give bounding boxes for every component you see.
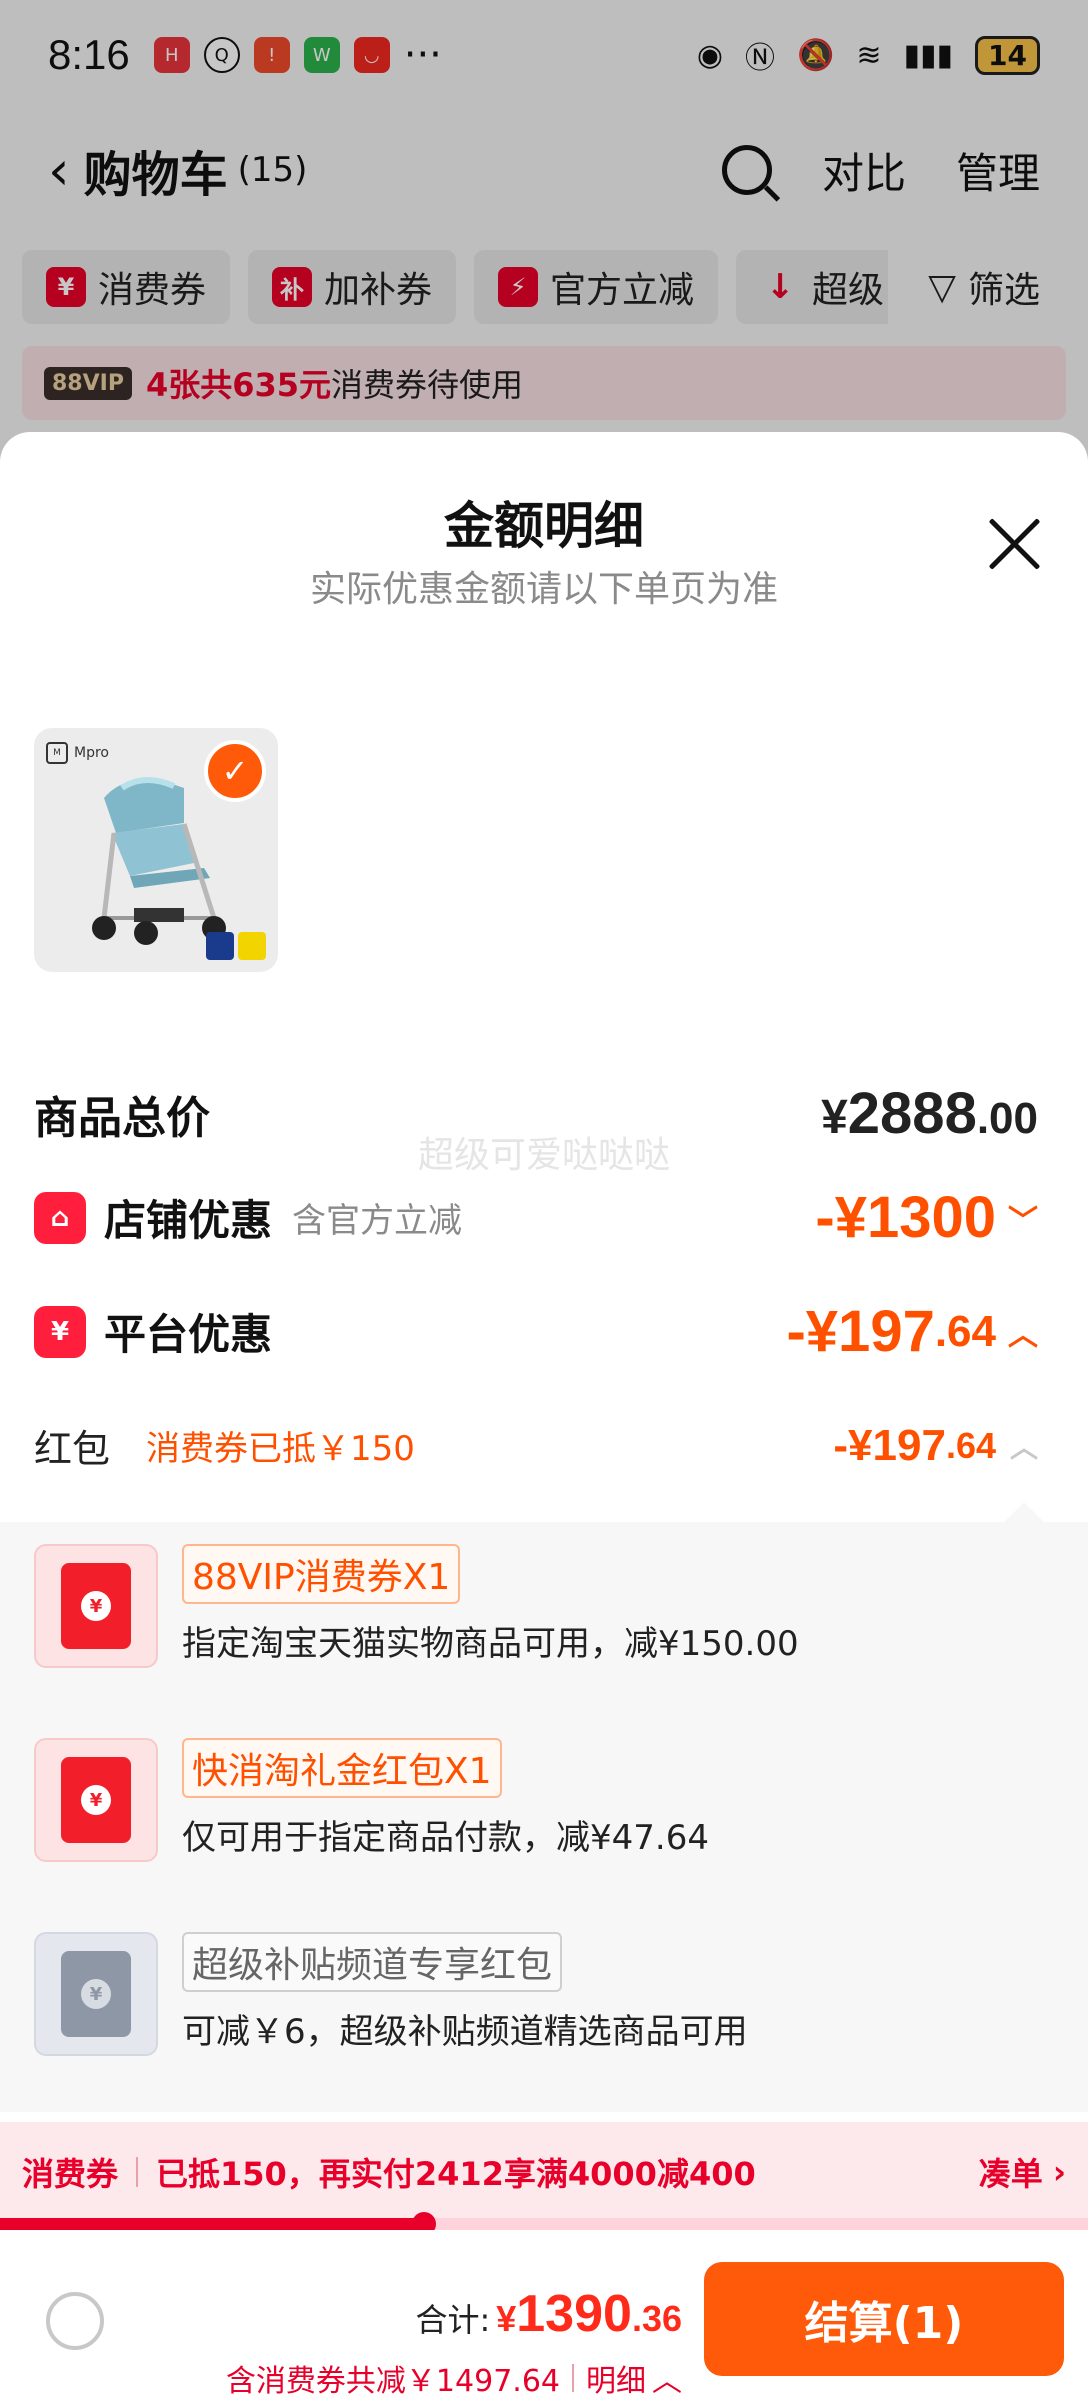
certification-badges: [206, 932, 266, 960]
shop-discount-value: -¥1300 ﹀: [815, 1184, 1038, 1251]
coupon-list: ¥ 88VIP消费券X1 指定淘宝天猫实物商品可用，减¥150.00 ¥ 快消淘…: [0, 1522, 1088, 2112]
red-packet-note: 消费券已抵￥150: [146, 1429, 415, 1469]
voucher-progress-bar[interactable]: 消费券 已抵150，再实付2412享满4000减400 凑单 ›: [0, 2122, 1088, 2222]
checkout-footer: 合计: ¥1390.36 含消费券共减￥1497.64 明细 ︿ 结算(1): [0, 2230, 1088, 2400]
divider: [136, 2157, 139, 2187]
total-label: 合计:: [415, 2301, 491, 2339]
coupon-tag: 超级补贴频道专享红包: [182, 1932, 563, 1992]
amount-detail-sheet: 金额明细 实际优惠金额请以下单页为准 M Mpro ✓ 超级可爱哒哒哒 商品总价: [0, 432, 1088, 2400]
list-item: ¥ 快消淘礼金红包X1 仅可用于指定商品付款，减¥47.64: [34, 1738, 1054, 1862]
sheet-subtitle: 实际优惠金额请以下单页为准: [309, 569, 778, 610]
platform-discount-row[interactable]: ¥ 平台优惠 -¥197.64 ︿: [34, 1298, 1038, 1365]
coupon-description: 仅可用于指定商品付款，减¥47.64: [182, 1818, 709, 1858]
total-price-value: ¥2888.00: [821, 1080, 1038, 1147]
coupon-description: 可减￥6，超级补贴频道精选商品可用: [182, 2012, 748, 2052]
add-items-link[interactable]: 凑单 ›: [979, 2149, 1066, 2195]
red-packet-value: -¥197.64 ︿: [833, 1421, 1038, 1471]
voucher-progress-track: [0, 2212, 1088, 2236]
discount-decimal: .64: [934, 1306, 996, 1356]
coupon-tag: 88VIP消费券X1: [182, 1544, 461, 1604]
red-packet-integer: -¥197: [833, 1420, 946, 1470]
chevron-up-icon: ︿: [1009, 1431, 1038, 1463]
platform-icon: ¥: [34, 1305, 86, 1358]
select-all-checkbox[interactable]: [46, 2292, 104, 2350]
divider: [572, 2364, 574, 2392]
shop-discount-row[interactable]: ⌂ 店铺优惠 含官方立减 -¥1300 ﹀: [34, 1184, 1038, 1251]
red-envelope-icon: ¥: [34, 1544, 158, 1668]
eu-cert-icon: [206, 932, 234, 960]
red-packet-decimal: .64: [945, 1424, 996, 1466]
total-decimal: .36: [631, 2298, 682, 2339]
platform-discount-value: -¥197.64 ︿: [786, 1298, 1038, 1365]
modal-overlay[interactable]: [0, 0, 1088, 440]
coupon-description: 指定淘宝天猫实物商品可用，减¥150.00: [182, 1624, 799, 1664]
red-packet-row[interactable]: 红包 消费券已抵￥150 -¥197.64 ︿: [34, 1418, 1038, 1473]
ccc-cert-icon: [238, 932, 266, 960]
chevron-up-icon: ︿: [1008, 1318, 1038, 1352]
shop-discount-note: 含官方立减: [292, 1201, 463, 1241]
discount-integer: -¥197: [786, 1299, 935, 1364]
red-envelope-icon: ¥: [34, 1738, 158, 1862]
list-item: ¥ 88VIP消费券X1 指定淘宝天猫实物商品可用，减¥150.00: [34, 1544, 1054, 1668]
savings-line[interactable]: 含消费券共减￥1497.64 明细 ︿: [226, 2356, 682, 2400]
voucher-message: 已抵150，再实付2412享满4000减400: [156, 2155, 756, 2193]
add-items-label: 凑单: [978, 2155, 1043, 2193]
selected-check-icon[interactable]: ✓: [204, 740, 266, 802]
shop-icon: ⌂: [34, 1191, 86, 1244]
chevron-right-icon: ›: [1052, 2153, 1066, 2191]
total-line: 合计: ¥1390.36: [415, 2284, 682, 2344]
sheet-title: 金额明细: [444, 497, 644, 555]
platform-discount-label: 平台优惠: [104, 1310, 273, 1359]
red-packet-label: 红包: [34, 1427, 111, 1471]
discount-amount: -¥1300: [815, 1185, 996, 1250]
shop-discount-label: 店铺优惠: [104, 1196, 273, 1245]
coupon-tag: 快消淘礼金红包X1: [182, 1738, 502, 1798]
currency-symbol: ¥: [496, 2298, 517, 2339]
price-decimal: .00: [976, 1094, 1038, 1143]
total-integer: 1390: [516, 2285, 632, 2343]
currency-symbol: ¥: [821, 1091, 848, 1144]
price-integer: 2888: [847, 1081, 977, 1146]
voucher-progress-fill: [0, 2218, 425, 2230]
detail-toggle[interactable]: 明细: [586, 2356, 646, 2400]
gray-envelope-icon: ¥: [34, 1932, 158, 2056]
savings-text: 含消费券共减￥1497.64: [225, 2364, 560, 2399]
total-price-label: 商品总价: [34, 1092, 210, 1144]
product-thumbnail: M Mpro ✓: [34, 728, 278, 972]
checkout-button[interactable]: 结算(1): [704, 2262, 1064, 2376]
total-amount: ¥1390.36: [496, 2284, 682, 2344]
voucher-label: 消费券: [22, 2155, 119, 2193]
list-item: ¥ 超级补贴频道专享红包 可减￥6，超级补贴频道精选商品可用: [34, 1932, 1054, 2056]
chevron-up-icon: ︿: [652, 2364, 682, 2399]
chevron-down-icon: ﹀: [1008, 1204, 1038, 1238]
close-icon[interactable]: [984, 514, 1044, 574]
total-price-row: 商品总价 ¥2888.00: [34, 1080, 1038, 1147]
